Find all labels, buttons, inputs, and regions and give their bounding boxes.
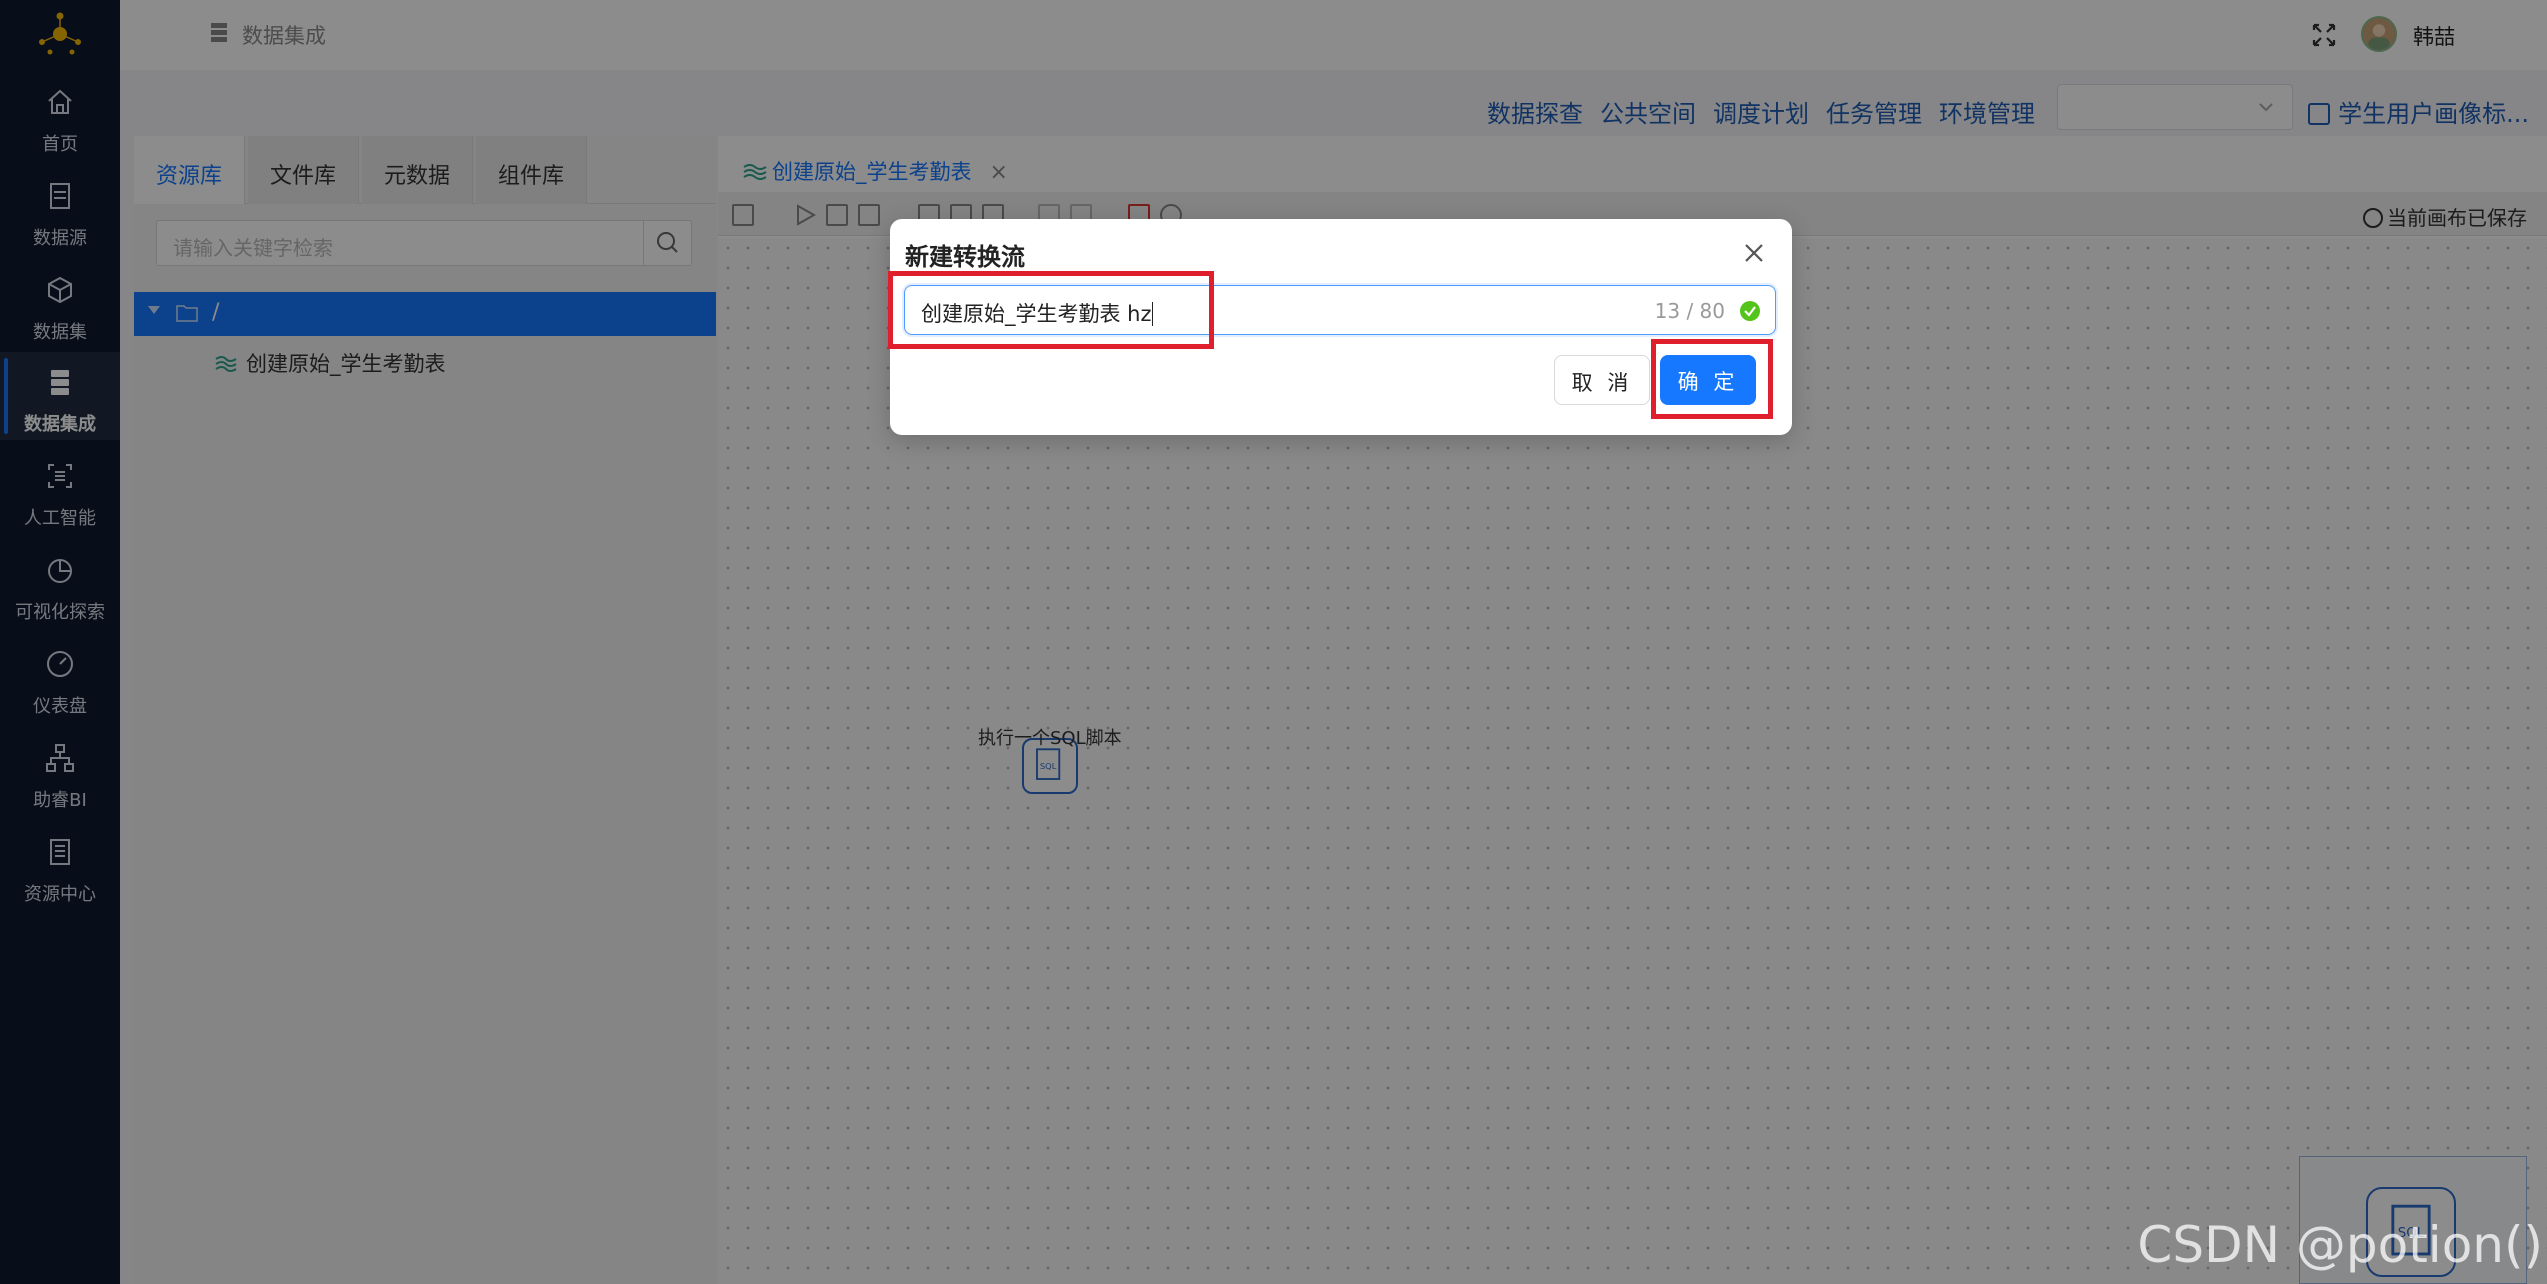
cancel-button[interactable]: 取 消 (1554, 355, 1650, 405)
modal-mask[interactable] (0, 0, 2547, 1284)
highlight-box (1651, 339, 1773, 419)
close-icon[interactable] (1740, 239, 1768, 267)
watermark: CSDN @potion() (2137, 1216, 2543, 1274)
highlight-box (888, 271, 1214, 349)
dialog-title: 新建转换流 (905, 243, 1025, 271)
new-transform-dialog: 新建转换流 创建原始_学生考勤表 hz 13 / 80 取 消 确 定 (888, 219, 1792, 435)
char-count: 13 / 80 (1654, 299, 1725, 323)
check-circle-icon (1740, 301, 1760, 321)
